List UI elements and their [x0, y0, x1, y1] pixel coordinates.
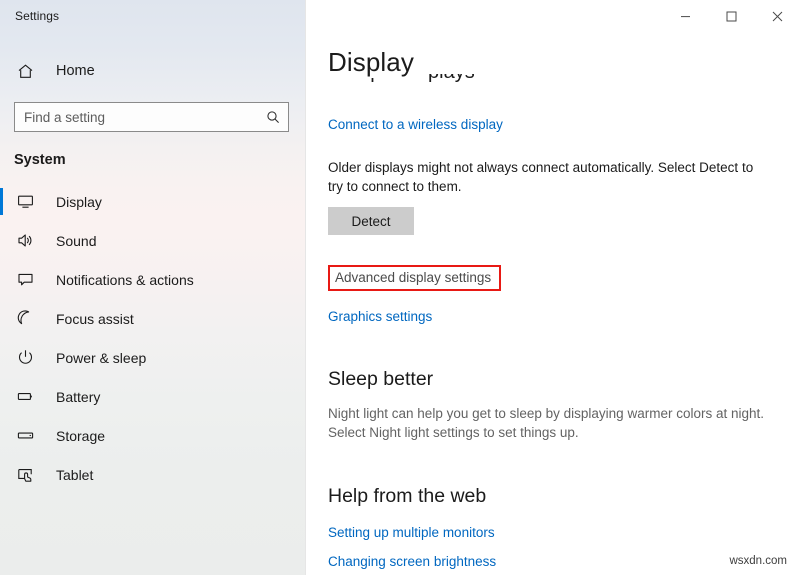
- notification-icon: [14, 269, 36, 291]
- sidebar-item-label: Battery: [56, 389, 100, 405]
- sidebar-section-title: System: [14, 152, 305, 168]
- page-title: Display: [328, 47, 428, 78]
- sidebar-item-notifications[interactable]: Notifications & actions: [0, 260, 305, 299]
- sidebar-home-label: Home: [56, 63, 95, 79]
- sidebar-item-label: Power & sleep: [56, 350, 146, 366]
- window-controls: [662, 0, 800, 32]
- storage-icon: [14, 425, 36, 447]
- sidebar-item-tablet[interactable]: Tablet: [0, 455, 305, 494]
- sleep-better-heading: Sleep better: [328, 368, 776, 391]
- battery-icon: [14, 386, 36, 408]
- sidebar-item-home[interactable]: Home: [0, 54, 305, 88]
- speaker-icon: [14, 230, 36, 252]
- search-box[interactable]: [14, 102, 289, 132]
- connect-wireless-display-link[interactable]: Connect to a wireless display: [328, 117, 503, 132]
- graphics-settings-link[interactable]: Graphics settings: [328, 309, 432, 324]
- settings-scroll-region[interactable]: Multiple displays Connect to a wireless …: [306, 74, 800, 575]
- sleep-better-description: Night light can help you get to sleep by…: [328, 404, 768, 442]
- sidebar-item-power-sleep[interactable]: Power & sleep: [0, 338, 305, 377]
- sidebar-item-label: Focus assist: [56, 311, 134, 327]
- detect-description: Older displays might not always connect …: [328, 158, 760, 196]
- sidebar-nav-list: Display Sound Notifica: [0, 182, 305, 494]
- sidebar-item-focus-assist[interactable]: Focus assist: [0, 299, 305, 338]
- monitor-icon: [14, 191, 36, 213]
- content-pane: Display Multiple displays Connect to a w…: [306, 0, 800, 575]
- sidebar-item-display[interactable]: Display: [0, 182, 305, 221]
- search-input[interactable]: [24, 110, 264, 125]
- moon-icon: [14, 308, 36, 330]
- maximize-button[interactable]: [708, 0, 754, 32]
- help-link-screen-brightness[interactable]: Changing screen brightness: [328, 554, 496, 569]
- title-bar-left: Settings: [0, 0, 305, 32]
- sidebar-item-label: Storage: [56, 428, 105, 444]
- home-icon: [14, 60, 36, 82]
- sidebar-item-label: Sound: [56, 233, 96, 249]
- sidebar-item-label: Display: [56, 194, 102, 210]
- help-link-multiple-monitors[interactable]: Setting up multiple monitors: [328, 525, 495, 540]
- minimize-button[interactable]: [662, 0, 708, 32]
- sidebar-item-sound[interactable]: Sound: [0, 221, 305, 260]
- advanced-display-settings-link[interactable]: Advanced display settings: [328, 265, 501, 291]
- detect-button[interactable]: Detect: [328, 207, 414, 235]
- sidebar-item-battery[interactable]: Battery: [0, 377, 305, 416]
- settings-window: Settings Home System: [0, 0, 800, 575]
- sidebar-item-label: Notifications & actions: [56, 272, 194, 288]
- sidebar: Settings Home System: [0, 0, 306, 575]
- power-icon: [14, 347, 36, 369]
- help-from-web-heading: Help from the web: [328, 485, 776, 508]
- watermark: wsxdn.com: [729, 555, 787, 567]
- tablet-icon: [14, 464, 36, 486]
- sidebar-item-label: Tablet: [56, 467, 93, 483]
- search-icon[interactable]: [264, 108, 282, 126]
- app-title: Settings: [15, 9, 59, 23]
- sidebar-item-storage[interactable]: Storage: [0, 416, 305, 455]
- close-button[interactable]: [754, 0, 800, 32]
